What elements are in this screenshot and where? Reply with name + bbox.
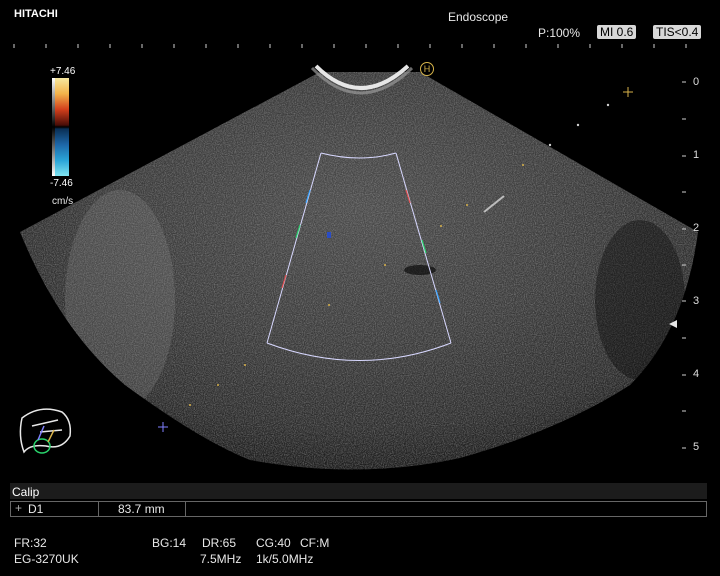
color-frequency: 1k/5.0MHz xyxy=(256,552,314,566)
frame-rate-readout: FR:32 xyxy=(14,536,47,550)
depth-label-4: 4 xyxy=(693,368,700,380)
depth-ticks xyxy=(682,81,686,449)
mi-value: MI 0.6 xyxy=(597,25,637,39)
scatter-dots-white xyxy=(548,103,610,147)
acoustic-power-readout: P:100% xyxy=(538,26,581,40)
velocity-color-bar xyxy=(55,78,69,176)
probe-model: EG-3270UK xyxy=(14,552,79,566)
h-marker-icon: H xyxy=(420,62,434,76)
ultrasound-sector xyxy=(20,72,698,470)
depth-label-0: 0 xyxy=(693,76,700,88)
color-gain-readout: CG:40 xyxy=(256,536,291,550)
body-mark-icon[interactable] xyxy=(19,408,72,454)
velocity-scale-max: +7.46 xyxy=(50,66,76,77)
doppler-signal-blip xyxy=(327,232,331,238)
measurement-value: 83.7 mm xyxy=(118,502,165,516)
b-gain-readout: BG:14 xyxy=(152,536,187,550)
caliper-cross-bottom-left[interactable] xyxy=(158,422,168,432)
depth-label-1: 1 xyxy=(693,149,700,161)
top-tick-row xyxy=(13,44,687,48)
color-flow-mode-readout: CF:M xyxy=(300,536,330,550)
thermal-index-badge: TIS<0.4 xyxy=(653,25,702,39)
caliper-plus-icon: + xyxy=(15,501,23,515)
depth-label-5: 5 xyxy=(693,441,700,453)
probe-mode-label: Endoscope xyxy=(448,10,509,24)
velocity-scale-min: -7.46 xyxy=(50,178,73,189)
depth-label-2: 2 xyxy=(693,222,700,234)
brand-logo: HITACHI xyxy=(14,8,58,20)
measurement-panel-header xyxy=(10,483,707,499)
dynamic-range-readout: DR:65 xyxy=(202,536,237,550)
caliper-cross-top-right[interactable] xyxy=(623,87,633,97)
tis-value: TIS<0.4 xyxy=(653,25,702,39)
measurement-title: Calip xyxy=(12,485,40,499)
mechanical-index-badge: MI 0.6 xyxy=(597,25,637,39)
depth-label-3: 3 xyxy=(693,295,700,307)
b-mode-frequency: 7.5MHz xyxy=(200,552,242,566)
measurement-label: D1 xyxy=(28,502,44,516)
velocity-unit: cm/s xyxy=(52,196,74,207)
